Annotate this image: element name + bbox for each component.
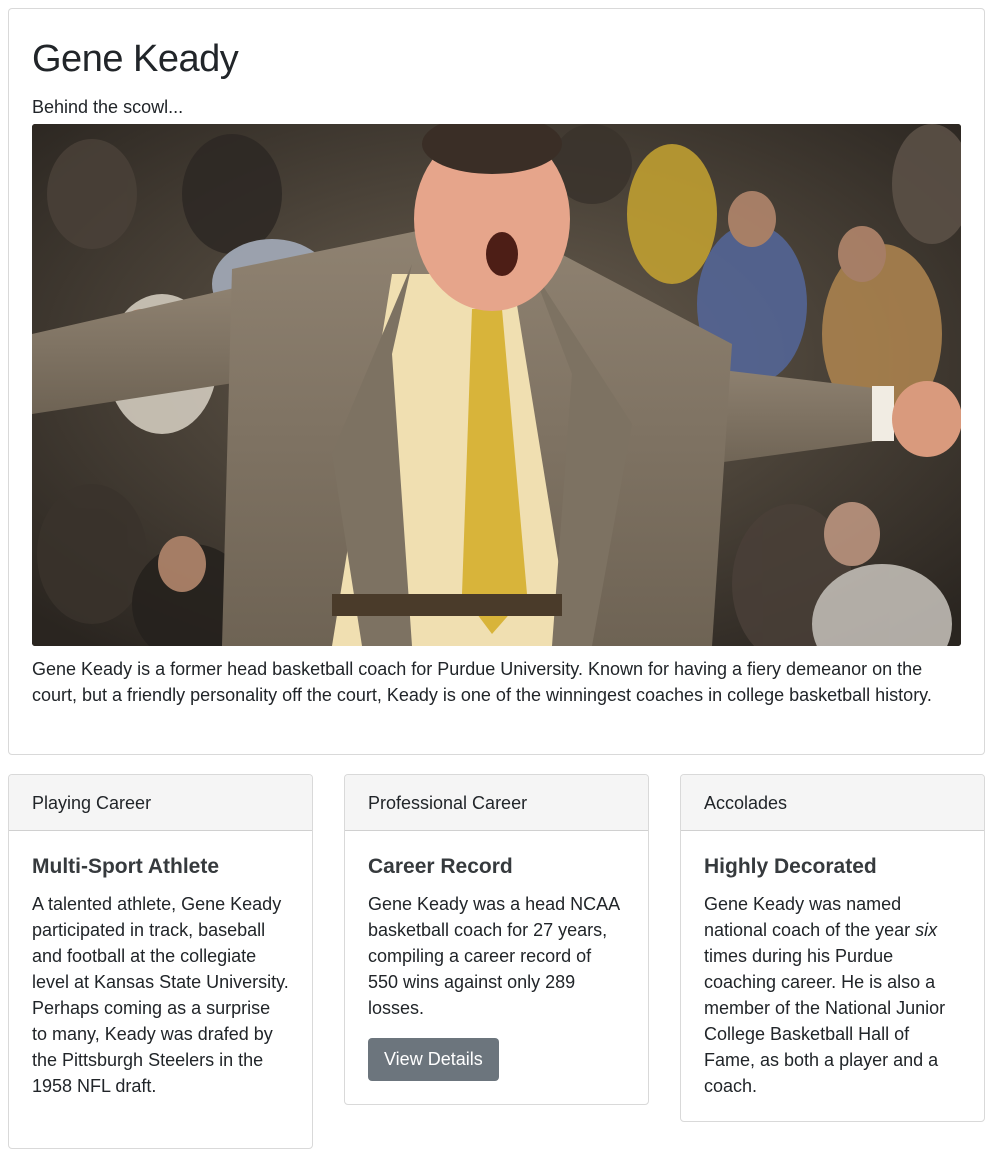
card-text: Gene Keady was a head NCAA basketball co… bbox=[368, 894, 620, 1018]
hero-subtitle: Behind the scowl... bbox=[32, 97, 184, 117]
card-body: Highly Decorated Gene Keady was named na… bbox=[681, 831, 984, 1119]
hero-card: Gene Keady Behind the scowl... Gene Kead… bbox=[8, 8, 985, 755]
accolades-card: Accolades Highly Decorated Gene Keady wa… bbox=[680, 774, 985, 1122]
card-text: Gene Keady was named national coach of t… bbox=[704, 891, 961, 1099]
card-header: Professional Career bbox=[345, 775, 648, 831]
playing-career-card: Playing Career Multi-Sport Athlete A tal… bbox=[8, 774, 313, 1149]
card-text-part: Gene Keady was named national coach of t… bbox=[704, 894, 916, 940]
card-text-emphasis: six bbox=[915, 920, 938, 940]
card-title: Multi-Sport Athlete bbox=[32, 855, 220, 878]
card-header: Accolades bbox=[681, 775, 984, 831]
coach-photo bbox=[32, 124, 961, 646]
card-text: A talented athlete, Gene Keady participa… bbox=[32, 894, 289, 1096]
card-body: Career Record Gene Keady was a head NCAA… bbox=[345, 831, 648, 1101]
card-header: Playing Career bbox=[9, 775, 312, 831]
professional-career-card: Professional Career Career Record Gene K… bbox=[344, 774, 649, 1105]
card-body: Multi-Sport Athlete A talented athlete, … bbox=[9, 831, 312, 1119]
hero-description: Gene Keady is a former head basketball c… bbox=[32, 659, 932, 705]
view-details-button[interactable]: View Details bbox=[368, 1038, 499, 1081]
card-title: Highly Decorated bbox=[704, 855, 877, 878]
page-title: Gene Keady bbox=[32, 38, 239, 80]
card-text-part: times during his Purdue coaching career.… bbox=[704, 946, 946, 1096]
card-title: Career Record bbox=[368, 855, 513, 878]
